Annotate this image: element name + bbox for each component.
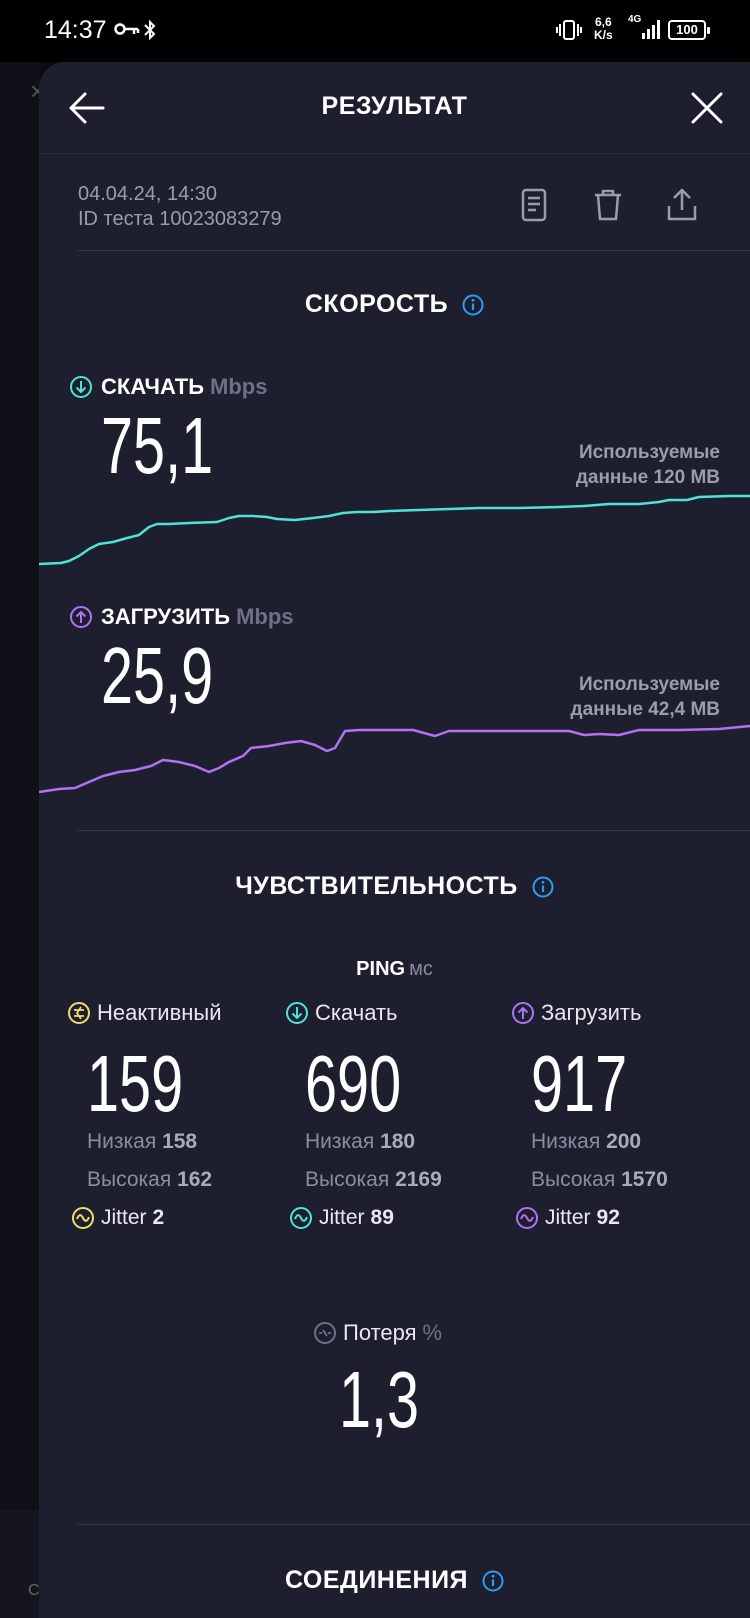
jitter-icon bbox=[290, 1207, 312, 1229]
download-ping-label: Скачать bbox=[315, 1000, 398, 1025]
bluetooth-icon bbox=[144, 19, 156, 41]
download-ping-value: 690 bbox=[305, 1039, 402, 1128]
result-sheet: РЕЗУЛЬТАТ 04.04.24, 14:30 ID теста 10023… bbox=[39, 62, 750, 1618]
packet-loss-header: Потеря % bbox=[313, 1320, 442, 1346]
network-speed: 6,6 K/s bbox=[594, 15, 613, 42]
background-bottom-bar bbox=[0, 1510, 40, 1618]
ping-idle: Неактивный 159 Низкая 158 Высокая 162 Ji… bbox=[67, 1000, 222, 1229]
download-arrow-icon bbox=[286, 1002, 308, 1024]
upload-speed-line bbox=[39, 724, 750, 794]
test-datetime: 04.04.24, 14:30 bbox=[78, 183, 218, 205]
download-speed-graph bbox=[39, 494, 750, 566]
signal-icon bbox=[642, 20, 660, 39]
download-speed-line bbox=[39, 494, 750, 566]
upload-speed-header: ЗАГРУЗИТЬ Mbps bbox=[69, 604, 294, 630]
test-id: ID теста 10023083279 bbox=[78, 208, 282, 230]
upload-high: Высокая 1570 bbox=[531, 1168, 668, 1191]
battery-indicator: 100 bbox=[668, 20, 710, 40]
jitter-icon bbox=[72, 1207, 94, 1229]
download-label: СКАЧАТЬ bbox=[101, 374, 205, 399]
jitter-icon bbox=[516, 1207, 538, 1229]
download-unit: Mbps bbox=[210, 374, 268, 399]
status-time: 14:37 bbox=[44, 16, 107, 44]
upload-speed-graph bbox=[39, 724, 750, 794]
divider bbox=[77, 250, 750, 251]
upload-low: Низкая 200 bbox=[531, 1130, 642, 1153]
download-low: Низкая 180 bbox=[305, 1130, 416, 1153]
divider bbox=[77, 830, 750, 831]
status-bar: 14:37 6,6 K/s 4G 100 bbox=[0, 0, 750, 62]
download-speed-header: СКАЧАТЬ Mbps bbox=[69, 374, 267, 400]
share-icon[interactable] bbox=[663, 186, 701, 224]
idle-icon bbox=[68, 1002, 90, 1024]
vibrate-icon bbox=[556, 20, 582, 40]
idle-ping-value: 159 bbox=[87, 1039, 184, 1128]
upload-arrow-icon bbox=[70, 606, 92, 628]
idle-high: Высокая 162 bbox=[87, 1168, 213, 1191]
idle-jitter: Jitter 2 bbox=[71, 1206, 164, 1230]
ping-label: PING мс bbox=[356, 958, 433, 980]
packet-loss-value: 1,3 bbox=[339, 1355, 420, 1444]
upload-unit: Mbps bbox=[236, 604, 294, 629]
download-high: Высокая 2169 bbox=[305, 1168, 442, 1191]
upload-arrow-icon bbox=[512, 1002, 534, 1024]
top-bar: РЕЗУЛЬТАТ bbox=[39, 62, 750, 154]
info-icon[interactable] bbox=[462, 294, 484, 316]
upload-label: ЗАГРУЗИТЬ bbox=[101, 604, 231, 629]
ping-download: Скачать 690 Низкая 180 Высокая 2169 Jitt… bbox=[285, 1000, 442, 1229]
page-title: РЕЗУЛЬТАТ bbox=[321, 92, 468, 120]
upload-ping-value: 917 bbox=[531, 1039, 628, 1128]
upload-ping-label: Загрузить bbox=[541, 1000, 642, 1025]
upload-jitter: Jitter 92 bbox=[515, 1206, 620, 1230]
info-icon[interactable] bbox=[532, 876, 554, 898]
packet-loss-unit: % bbox=[422, 1320, 443, 1345]
background-screen bbox=[0, 62, 40, 1618]
idle-label: Неактивный bbox=[97, 1000, 222, 1025]
info-icon[interactable] bbox=[482, 1570, 504, 1592]
background-text: С bbox=[28, 1582, 40, 1599]
ping-upload: Загрузить 917 Низкая 200 Высокая 1570 Ji… bbox=[511, 1000, 668, 1229]
download-jitter: Jitter 89 bbox=[289, 1206, 394, 1230]
divider bbox=[77, 1524, 750, 1525]
download-arrow-icon bbox=[70, 376, 92, 398]
test-meta: 04.04.24, 14:30 ID теста 10023083279 bbox=[78, 182, 282, 232]
responsiveness-section-title: ЧУВСТВИТЕЛЬНОСТЬ bbox=[39, 872, 750, 901]
close-button[interactable] bbox=[685, 86, 729, 130]
idle-low: Низкая 158 bbox=[87, 1130, 198, 1153]
connections-section-title: СОЕДИНЕНИЯ bbox=[39, 1566, 750, 1595]
packet-loss-icon bbox=[314, 1322, 336, 1344]
speed-section-title: СКОРОСТЬ bbox=[39, 290, 750, 319]
trash-icon[interactable] bbox=[589, 186, 627, 224]
notes-icon[interactable] bbox=[515, 186, 553, 224]
key-icon bbox=[114, 23, 140, 35]
packet-loss-label: Потеря bbox=[343, 1320, 417, 1345]
